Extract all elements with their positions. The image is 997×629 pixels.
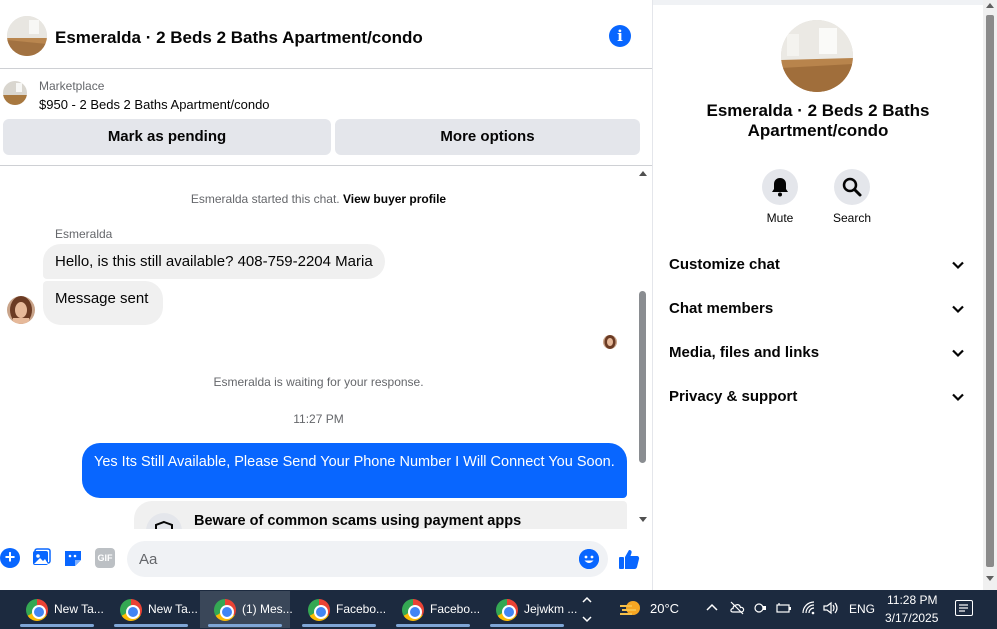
scam-warning-title: Beware of common scams using payment app… — [194, 513, 522, 529]
gif-icon[interactable]: GIF — [95, 548, 115, 568]
task-indicator — [114, 624, 188, 627]
mute-action[interactable]: Mute — [750, 169, 810, 225]
window-scrollbar[interactable] — [983, 0, 997, 590]
clock-date[interactable]: 3/17/2025 — [885, 611, 938, 625]
message-input-box[interactable] — [127, 541, 608, 577]
listing-title[interactable]: $950 - 2 Beds 2 Baths Apartment/condo — [39, 97, 270, 112]
language-indicator[interactable]: ENG — [849, 602, 875, 616]
info-title: Esmeralda · 2 Beds 2 Baths Apartment/con… — [706, 101, 930, 140]
task-indicator — [396, 624, 470, 627]
seen-indicator-avatar — [603, 335, 617, 349]
media-files-links-section[interactable]: Media, files and links — [653, 332, 983, 376]
chrome-icon — [496, 599, 518, 621]
mark-pending-button[interactable]: Mark as pending — [3, 119, 331, 155]
sender-name: Esmeralda — [55, 227, 113, 241]
chat-members-section[interactable]: Chat members — [653, 288, 983, 332]
chat-pane: Esmeralda · 2 Beds 2 Baths Apartment/con… — [0, 0, 653, 590]
window-scroll-thumb[interactable] — [986, 15, 994, 567]
incoming-message[interactable]: Hello, is this still available? 408-759-… — [43, 244, 385, 279]
scroll-thumb[interactable] — [639, 291, 646, 463]
temperature[interactable]: 20°C — [650, 601, 679, 616]
taskbar-chrome-window[interactable]: New Ta... — [12, 591, 104, 628]
customize-chat-section[interactable]: Customize chat — [653, 244, 983, 288]
mute-label: Mute — [766, 211, 794, 225]
listing-source: Marketplace — [39, 79, 105, 93]
emoji-icon[interactable] — [579, 549, 599, 569]
message-composer: + GIF — [0, 536, 652, 582]
photo-icon[interactable] — [31, 548, 51, 568]
chrome-icon — [26, 599, 48, 621]
chevron-down-icon — [952, 393, 964, 402]
message-list: Esmeralda started this chat. View buyer … — [0, 167, 637, 529]
more-options-button[interactable]: More options — [335, 119, 640, 155]
task-indicator — [490, 624, 564, 627]
task-indicator — [302, 624, 376, 627]
scroll-up-icon[interactable] — [639, 171, 647, 176]
scroll-up-icon[interactable] — [986, 3, 994, 8]
message-timestamp: 11:27 PM — [293, 412, 344, 426]
search-label: Search — [832, 211, 872, 225]
notification-icon[interactable] — [955, 600, 973, 616]
bell-icon[interactable] — [762, 169, 798, 205]
chevron-down-icon — [952, 349, 964, 358]
plus-icon[interactable]: + — [0, 548, 20, 568]
cloud-off-icon[interactable] — [729, 601, 745, 618]
scroll-down-icon[interactable] — [639, 517, 647, 522]
taskbar-scroll-arrows[interactable] — [580, 592, 594, 627]
taskbar: New Ta... New Ta... (1) Mes... Facebo...… — [0, 590, 997, 629]
shield-icon — [146, 513, 182, 529]
outgoing-message[interactable]: Yes Its Still Available, Please Send You… — [82, 443, 627, 498]
chrome-icon — [402, 599, 424, 621]
listing-avatar[interactable] — [7, 16, 47, 56]
chat-header: Esmeralda · 2 Beds 2 Baths Apartment/con… — [0, 5, 652, 69]
search-action[interactable]: Search — [822, 169, 882, 225]
chat-title[interactable]: Esmeralda · 2 Beds 2 Baths Apartment/con… — [55, 28, 423, 48]
camera-icon[interactable] — [753, 601, 767, 618]
listing-summary: Marketplace $950 - 2 Beds 2 Baths Apartm… — [0, 70, 652, 166]
chat-started-notice: Esmeralda started this chat. View buyer … — [190, 192, 447, 206]
task-indicator — [20, 624, 94, 627]
chrome-icon — [120, 599, 142, 621]
incoming-message[interactable]: Message sent — [43, 281, 163, 325]
wifi-icon[interactable] — [801, 601, 817, 618]
thumbs-up-icon[interactable] — [618, 548, 640, 570]
sender-avatar[interactable] — [7, 296, 35, 324]
listing-thumbnail[interactable] — [3, 81, 27, 105]
message-scrollbar[interactable] — [637, 167, 649, 529]
info-icon[interactable]: i — [609, 25, 631, 47]
clock-time[interactable]: 11:28 PM — [887, 593, 937, 607]
scam-warning-card[interactable]: Beware of common scams using payment app… — [134, 501, 627, 529]
chrome-icon — [214, 599, 236, 621]
sticker-icon[interactable] — [63, 548, 83, 568]
info-avatar — [781, 20, 853, 92]
waiting-notice: Esmeralda is waiting for your response. — [213, 375, 424, 389]
search-icon[interactable] — [834, 169, 870, 205]
taskbar-chrome-window[interactable]: Facebo... — [388, 591, 480, 628]
weather-icon[interactable] — [618, 598, 644, 620]
privacy-support-section[interactable]: Privacy & support — [653, 376, 983, 420]
chrome-icon — [308, 599, 330, 621]
taskbar-chrome-window[interactable]: Facebo... — [294, 591, 386, 628]
scroll-down-icon[interactable] — [986, 576, 994, 581]
taskbar-chrome-window[interactable]: New Ta... — [106, 591, 198, 628]
view-buyer-profile-link[interactable]: View buyer profile — [343, 192, 446, 206]
chat-info-pane: Esmeralda · 2 Beds 2 Baths Apartment/con… — [653, 5, 983, 590]
taskbar-chrome-window-active[interactable]: (1) Mes... — [200, 591, 293, 628]
chevron-down-icon — [952, 261, 964, 270]
chevron-up-icon[interactable] — [705, 601, 719, 618]
message-input[interactable] — [139, 541, 569, 577]
taskbar-chrome-window[interactable]: Jejwkm ... — [482, 591, 577, 628]
task-indicator — [208, 624, 282, 627]
chevron-down-icon — [952, 305, 964, 314]
battery-icon[interactable] — [776, 601, 792, 618]
volume-icon[interactable] — [823, 601, 841, 618]
